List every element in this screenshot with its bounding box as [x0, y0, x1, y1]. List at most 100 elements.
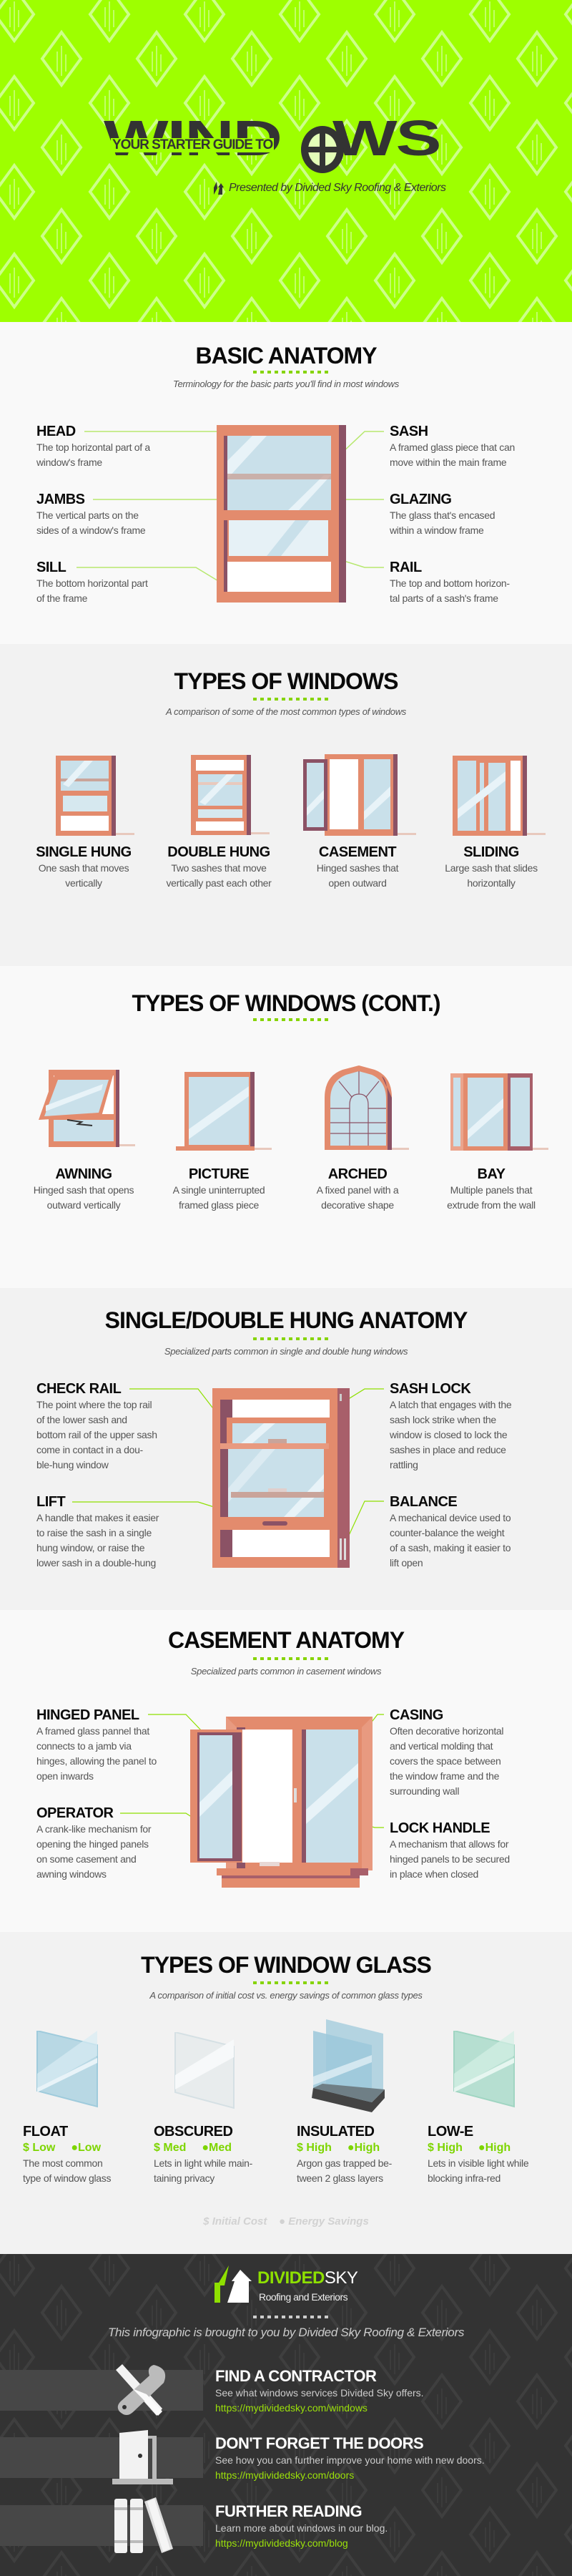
- label-rail: RAIL The top and bottom horizon-tal parts…: [390, 560, 510, 604]
- diamond-window-motif: [0, 251, 36, 310]
- casement-anatomy-section: CASEMENT ANATOMY Specialized parts commo…: [0, 1610, 572, 1932]
- diamond-motif-lines: [532, 2566, 542, 2576]
- diamond-motif-lines: [9, 179, 19, 209]
- type-sliding: SLIDING Large sash that slides horizontall…: [445, 844, 538, 889]
- diamond-motif-lines: [437, 2566, 447, 2576]
- diamond-motif-lines: [152, 46, 162, 76]
- diamond-motif-lines: [9, 2255, 19, 2285]
- footer-tagline: This infographic is brought to you by Di…: [107, 2326, 465, 2339]
- insulated-glass-icon: [312, 2019, 385, 2112]
- cost-rating: $ High: [428, 2142, 463, 2154]
- diamond-motif-lines: [532, 46, 542, 76]
- diamond-motif-lines: [342, 312, 352, 322]
- window-types-section: TYPES OF WINDOWS A comparison of some of…: [0, 644, 572, 966]
- diamond-window-motif: [563, 3, 572, 26]
- diamond-motif-lines: [199, 268, 209, 298]
- lightbulb-icon: ●: [347, 2142, 355, 2154]
- arched-window-icon: [325, 1065, 409, 1150]
- diamond-motif-lines: [485, 268, 495, 298]
- diamond-motif-lines: [152, 223, 162, 253]
- diamond-motif-lines: [295, 1, 305, 31]
- glass-legend: $ Initial Cost ● Energy Savings: [0, 2215, 572, 2228]
- diamond-window-motif: [0, 2254, 36, 2298]
- diamond-motif-lines: [56, 223, 66, 253]
- diamond-motif-lines: [152, 2566, 162, 2576]
- legend-savings: Energy Savings: [288, 2215, 369, 2228]
- title-divider: [253, 1018, 329, 1021]
- label-jambs: JAMBS The vertical parts on the sides of a…: [36, 492, 146, 536]
- diamond-motif-lines: [9, 90, 19, 120]
- diamond-motif-lines: [437, 223, 447, 253]
- diamond-motif-lines: [485, 90, 495, 120]
- diamond-motif-lines: [152, 312, 162, 322]
- diamond-motif-lines: [485, 2255, 495, 2285]
- section-title: TYPES OF WINDOW GLASS: [141, 1952, 432, 1978]
- diamond-motif-lines: [342, 46, 352, 76]
- label-check-rail: CHECK RAIL The point where the top rail of…: [36, 1381, 157, 1470]
- lightbulb-icon: ●: [478, 2142, 485, 2154]
- diamond-motif-lines: [390, 2255, 400, 2285]
- type-single-hung: SINGLE HUNG One sash that moves vertically: [36, 844, 132, 889]
- title-divider: [253, 698, 329, 701]
- diamond-window-motif: [0, 162, 36, 221]
- savings-rating: ●High: [347, 2142, 380, 2154]
- blog-link[interactable]: https://mydividedsky.com/blog: [215, 2536, 558, 2551]
- label-sash: SASH A framed glass piece that can move wi…: [390, 424, 515, 468]
- diamond-motif-lines: [437, 312, 447, 322]
- low-e-glass-icon: [453, 2031, 515, 2108]
- bay-window-icon: [450, 1073, 548, 1151]
- lightbulb-icon: ●: [71, 2142, 79, 2154]
- basic-anatomy-section: BASIC ANATOMY Terminology for the basic …: [0, 322, 572, 644]
- diamond-window-motif: [563, 180, 572, 203]
- door-icon: [112, 2430, 173, 2484]
- label-balance: BALANCE A mechanical device used to counte…: [390, 1494, 511, 1568]
- double-hung-diagram: [212, 1388, 350, 1568]
- brand-wordmark: DIVIDEDSKY: [257, 2268, 358, 2288]
- diamond-motif-lines: [342, 223, 352, 253]
- section-title: TYPES OF WINDOWS (CONT.): [132, 990, 440, 1016]
- diamond-motif-lines: [532, 312, 542, 322]
- diamond-motif-lines: [485, 1, 495, 31]
- windows-link[interactable]: https://mydividedsky.com/windows: [215, 2401, 558, 2416]
- divided-sky-logo-icon: [214, 2265, 252, 2303]
- dollar-icon: $: [203, 2215, 209, 2228]
- type-picture: PICTURE A single uninterrupted framed glas…: [172, 1166, 265, 1211]
- section-title: TYPES OF WINDOWS: [174, 668, 399, 694]
- doors-link[interactable]: https://mydividedsky.com/doors: [215, 2468, 558, 2483]
- diamond-motif-lines: [199, 2255, 209, 2285]
- tools-icon: [116, 2364, 166, 2416]
- glass-low-e: LOW-E $ High ●High Lets in visible light wh…: [428, 2124, 529, 2184]
- diamond-motif-lines: [104, 268, 114, 298]
- row-doors: DON'T FORGET THE DOORS See how you can fu…: [215, 2434, 558, 2483]
- cost-rating: $ Low: [23, 2142, 56, 2154]
- awning-window-icon: [39, 1070, 135, 1147]
- glass-float: FLOAT $ Low ●Low The most common type of win…: [23, 2124, 112, 2184]
- diamond-motif-lines: [295, 268, 305, 298]
- type-casement: CASEMENT Hinged sashes that open outward: [316, 844, 399, 889]
- diamond-motif-lines: [485, 179, 495, 209]
- diamond-window-motif: [0, 0, 36, 44]
- diamond-window-motif: [563, 2434, 572, 2457]
- lightbulb-icon: ●: [279, 2215, 286, 2228]
- cost-rating: $ High: [297, 2142, 332, 2154]
- obscured-glass-icon: [174, 2032, 235, 2109]
- label-casing: CASING Often decorative horizontal and ver…: [390, 1707, 504, 1797]
- diamond-motif-lines: [437, 46, 447, 76]
- label-sill: SILL The bottom horizontal part of the fra…: [36, 560, 148, 604]
- hero-banner: WINDWS YOUR STARTER GUIDE TO Presented b…: [0, 0, 572, 322]
- diamond-motif-lines: [390, 1, 400, 31]
- label-glazing: GLAZING The glass that's encased within a …: [390, 492, 495, 536]
- savings-rating: ●Med: [202, 2142, 232, 2154]
- type-arched: ARCHED A fixed panel with a decorative sha…: [316, 1166, 399, 1211]
- diamond-window-motif: [563, 2523, 572, 2546]
- section-subtitle: A comparison of initial cost vs. energy …: [149, 1990, 423, 2001]
- presenter-line: Presented by Divided Sky Roofing & Exter…: [229, 182, 446, 194]
- label-hinged-panel: HINGED PANEL A framed glass pannel that co…: [36, 1707, 157, 1782]
- diamond-motif-lines: [199, 1, 209, 31]
- diamond-motif-lines: [532, 223, 542, 253]
- picture-window-icon: [176, 1072, 272, 1151]
- diamond-window-motif: [563, 269, 572, 292]
- lightbulb-icon: ●: [202, 2142, 209, 2154]
- row-find-contractor: FIND A CONTRACTOR See what windows servic…: [215, 2367, 558, 2416]
- diamond-motif-lines: [56, 46, 66, 76]
